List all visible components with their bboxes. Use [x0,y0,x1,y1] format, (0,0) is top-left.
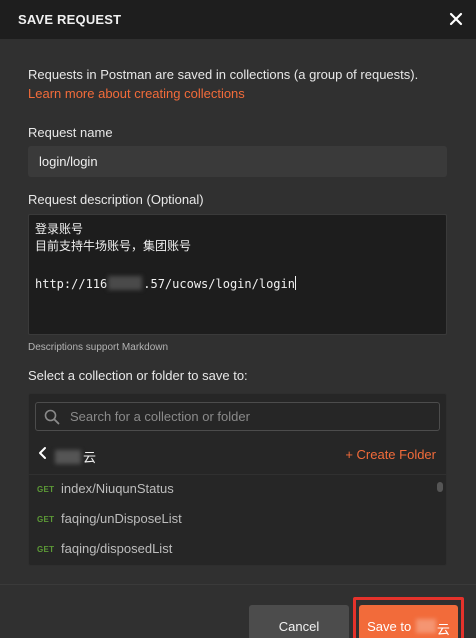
url-prefix: http://116 [35,277,108,291]
request-item-name: index/NiuqunStatus [61,481,174,496]
description-line [35,255,440,272]
redacted-blur [108,276,143,290]
method-badge: GET [37,485,55,494]
create-folder-link[interactable]: + Create Folder [345,447,436,462]
description-line: 登录账号 [35,222,84,236]
current-collection-name: 云 [55,447,96,466]
collection-label: Select a collection or folder to save to… [28,368,248,383]
text-caret [294,276,296,290]
description-url-line: http://116 .57/ucows/login/login [35,276,440,293]
learn-more-link[interactable]: Learn more about creating collections [28,86,245,101]
collection-search-input[interactable] [70,403,430,430]
collection-browser: 云 + Create Folder GET index/NiuqunStatus… [28,393,447,566]
request-description-label: Request description (Optional) [28,192,204,207]
redacted-blur [415,619,436,633]
chevron-left-icon[interactable] [37,446,49,465]
list-item[interactable]: GET index/NiuqunStatus [29,475,434,505]
save-label: Save to [367,619,412,634]
save-button[interactable]: Save to 云 [359,605,458,638]
search-icon [44,409,60,430]
request-list: GET index/NiuqunStatus GET faqing/unDisp… [29,474,446,566]
method-badge: GET [37,545,55,554]
collection-search[interactable] [35,402,440,431]
method-badge: GET [37,515,55,524]
close-icon[interactable] [444,7,468,31]
dialog-title: SAVE REQUEST [18,12,122,27]
request-item-name: faqing/unDisposeList [61,511,182,526]
redacted-blur [55,450,81,464]
list-item[interactable]: GET faqing/unDisposeList [29,505,434,535]
intro-text: Requests in Postman are saved in collect… [28,67,419,82]
dialog-header: SAVE REQUEST [0,0,476,39]
collection-name-suffix: 云 [83,450,97,465]
cancel-button[interactable]: Cancel [249,605,349,638]
description-line: 目前支持牛场账号，集团账号 [35,239,192,253]
request-description-editor[interactable]: 登录账号 目前支持牛场账号，集团账号 http://116 .57/ucows/l… [28,214,447,335]
request-name-input[interactable]: login/login [28,146,447,177]
request-name-label: Request name [28,125,113,140]
url-suffix: .57/ucows/login/login [143,277,295,291]
request-item-name: faqing/disposedList [61,541,173,556]
collection-breadcrumb: 云 + Create Folder [29,438,446,470]
markdown-hint: Descriptions support Markdown [28,342,169,353]
list-item[interactable]: GET faqing/disposedList [29,535,434,565]
dialog-footer: Cancel Save to 云 [0,584,476,638]
save-label-suffix: 云 [436,622,450,637]
scrollbar-thumb[interactable] [437,482,443,492]
